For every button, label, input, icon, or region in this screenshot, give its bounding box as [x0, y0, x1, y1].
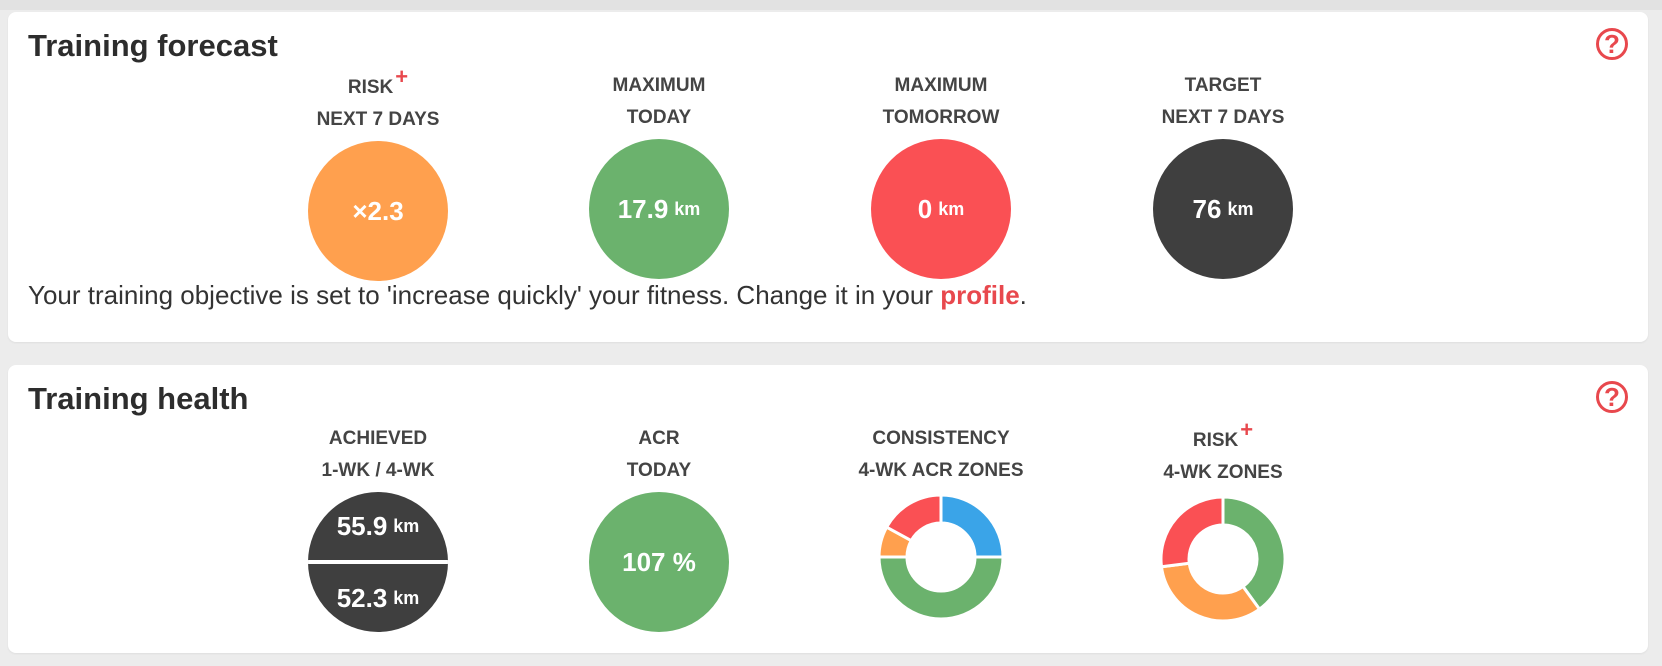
acr-value: 107 %	[622, 546, 696, 577]
achieved-label: ACHIEVED	[328, 428, 428, 449]
risk-plus-icon[interactable]: +	[395, 64, 408, 89]
forecast-max-today-metric: MAXIMUM TODAY 17.9 km	[529, 70, 789, 279]
risk-segment-orange	[1159, 561, 1262, 623]
target-unit: km	[1227, 198, 1254, 219]
achieved-1wk-value: 55.9	[336, 510, 388, 541]
max-today-unit: km	[674, 198, 701, 219]
max-today-period-label: TODAY	[626, 107, 692, 128]
training-forecast-title: Training forecast	[28, 28, 278, 63]
achieved-metric: ACHIEVED 1-WK / 4-WK 55.9 km 52.3 km	[248, 423, 508, 632]
objective-prefix: Your training objective is set to 'incre…	[28, 280, 941, 310]
profile-link[interactable]: profile	[940, 280, 1019, 310]
achieved-4wk-value: 52.3	[336, 582, 388, 613]
max-today-label: MAXIMUM	[612, 75, 706, 96]
achieved-4wk-unit: km	[393, 587, 420, 608]
target-value: 76	[1192, 193, 1222, 224]
training-objective-text: Your training objective is set to 'incre…	[28, 280, 1027, 311]
achieved-split-circle: 55.9 km 52.3 km	[308, 492, 448, 632]
acr-circle: 107 %	[589, 492, 729, 632]
training-forecast-card: Training forecast ? RISK+ NEXT 7 DAYS ×2…	[8, 12, 1648, 342]
max-today-value: 17.9	[617, 193, 669, 224]
max-tomorrow-label: MAXIMUM	[894, 75, 988, 96]
risk-label: RISK+	[248, 64, 508, 104]
forecast-help-icon[interactable]: ?	[1596, 28, 1628, 60]
training-health-title: Training health	[28, 381, 249, 416]
risk-period-label: NEXT 7 DAYS	[316, 109, 440, 130]
achieved-1wk-unit: km	[393, 515, 420, 536]
target-label: TARGET	[1184, 75, 1262, 96]
max-tomorrow-period-label: TOMORROW	[882, 107, 1000, 128]
risk-segment-red	[1159, 495, 1225, 569]
health-risk-label-text: RISK	[1192, 430, 1239, 451]
consistency-segment-green	[877, 555, 1005, 621]
health-help-icon[interactable]: ?	[1596, 381, 1628, 413]
max-tomorrow-circle: 0 km	[871, 139, 1011, 279]
training-health-card: Training health ? ACHIEVED 1-WK / 4-WK 5…	[8, 365, 1648, 653]
forecast-target-metric: TARGET NEXT 7 DAYS 76 km	[1093, 70, 1353, 279]
achieved-4wk: 52.3 km	[308, 564, 448, 632]
risk-donut-chart	[1159, 495, 1287, 623]
achieved-period-label: 1-WK / 4-WK	[321, 460, 435, 481]
forecast-max-tomorrow-metric: MAXIMUM TOMORROW 0 km	[811, 70, 1071, 279]
target-period-label: NEXT 7 DAYS	[1161, 107, 1285, 128]
target-circle: 76 km	[1153, 139, 1293, 279]
health-risk-period-label: 4-WK ZONES	[1163, 462, 1283, 483]
risk-label-text: RISK	[347, 77, 394, 98]
health-risk-metric: RISK+ 4-WK ZONES	[1093, 417, 1353, 624]
max-tomorrow-value: 0	[917, 193, 933, 224]
health-risk-label: RISK+	[1093, 417, 1353, 457]
consistency-segment-blue	[939, 493, 1005, 559]
consistency-metric: CONSISTENCY 4-WK ACR ZONES	[811, 423, 1071, 622]
risk-value: ×2.3	[352, 195, 404, 226]
consistency-donut-chart	[877, 493, 1005, 621]
acr-period-label: TODAY	[626, 460, 692, 481]
consistency-period-label: 4-WK ACR ZONES	[858, 460, 1024, 481]
consistency-label: CONSISTENCY	[872, 428, 1010, 449]
forecast-risk-metric: RISK+ NEXT 7 DAYS ×2.3	[248, 64, 508, 281]
risk-circle: ×2.3	[308, 141, 448, 281]
acr-label: ACR	[638, 428, 680, 449]
achieved-1wk: 55.9 km	[308, 492, 448, 560]
max-tomorrow-unit: km	[938, 198, 965, 219]
acr-metric: ACR TODAY 107 %	[529, 423, 789, 632]
health-risk-plus-icon[interactable]: +	[1240, 417, 1253, 442]
max-today-circle: 17.9 km	[589, 139, 729, 279]
objective-suffix: .	[1019, 280, 1027, 310]
top-bar	[0, 0, 1662, 10]
